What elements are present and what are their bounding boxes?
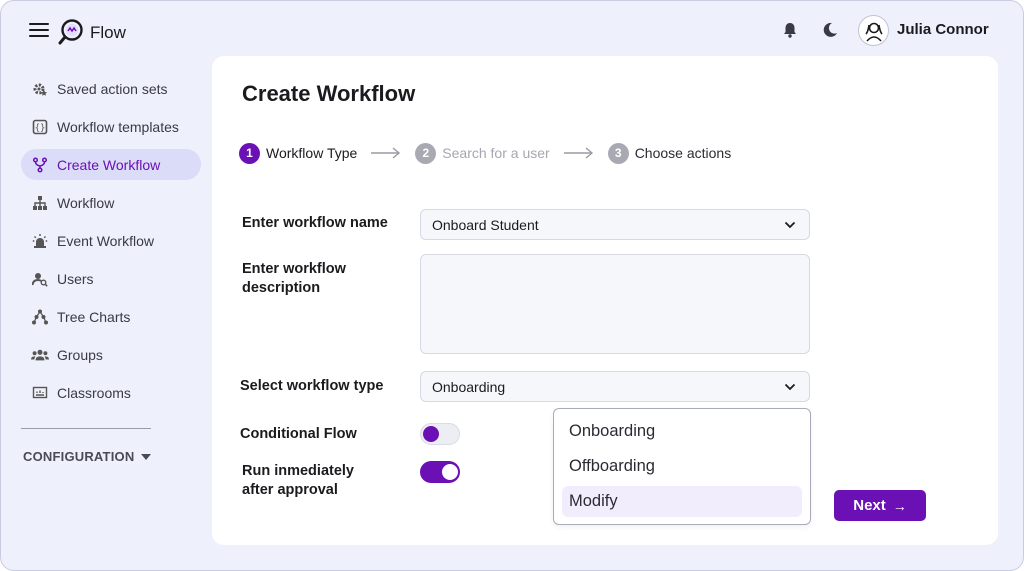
sidebar-item-label: Workflow templates [57,118,179,135]
sidebar-item-users[interactable]: Users [21,263,201,294]
classroom-icon [31,384,49,402]
workflow-type-dropdown: Onboarding Offboarding Modify [553,408,811,525]
run-label-line1: Run inmediately [242,463,354,479]
dropdown-option-onboarding[interactable]: Onboarding [562,416,802,447]
sidebar-item-label: Users [57,270,94,287]
workflow-description-label: Enter workflow description [242,260,346,298]
step-3-number: 3 [607,142,629,164]
top-bar: Flow Julia Connor [1,1,1023,61]
app-window: Flow Julia Connor Saved action sets {} W… [0,0,1024,571]
sidebar-item-groups[interactable]: Groups [21,339,201,370]
flow-logo-icon [58,19,83,45]
sidebar-item-label: Create Workflow [57,156,161,173]
workflow-type-value: Onboarding [432,378,506,395]
page-title: Create Workflow [242,81,416,106]
sidebar-item-tree-charts[interactable]: Tree Charts [21,301,201,332]
arrow-right-icon [371,147,401,159]
toggle-knob [442,464,458,480]
group-icon [31,346,49,364]
workflow-name-value: Onboard Student [432,216,539,233]
sidebar-item-label: Groups [57,346,103,363]
sidebar: Saved action sets {} Workflow templates … [21,73,201,464]
sidebar-item-event-workflow[interactable]: Event Workflow [21,225,201,256]
step-2-label: Search for a user [442,145,550,161]
chevron-down-icon [784,221,796,229]
arrow-right-icon [563,147,593,159]
hamburger-menu-icon[interactable] [29,23,49,39]
conditional-flow-toggle[interactable] [420,423,460,445]
step-2-number: 2 [415,142,437,164]
sidebar-item-label: Event Workflow [57,232,154,249]
hierarchy-icon [31,194,49,212]
bell-icon[interactable] [781,21,799,39]
branch-icon [31,156,49,174]
caret-down-icon [141,453,152,460]
step-1-number: 1 [239,142,260,164]
description-label-line2: description [242,280,321,296]
description-label-line1: Enter workflow [242,261,346,277]
run-immediately-label: Run inmediately after approval [242,462,354,500]
alarm-icon [31,232,49,250]
run-immediately-toggle[interactable] [420,461,460,483]
braces-icon: {} [31,118,49,136]
step-1-label: Workflow Type [266,145,358,161]
sidebar-item-label: Workflow [57,194,115,211]
tree-icon [31,308,49,326]
sidebar-item-label: Classrooms [57,384,131,401]
workflow-name-select[interactable]: Onboard Student [420,209,810,240]
configuration-label: CONFIGURATION [23,449,135,464]
app-title: Flow [90,23,126,42]
dropdown-option-offboarding[interactable]: Offboarding [562,451,802,482]
workflow-description-textarea[interactable] [420,254,810,354]
workflow-name-label: Enter workflow name [242,215,388,231]
step-3-label: Choose actions [634,145,732,161]
sidebar-item-workflow-templates[interactable]: {} Workflow templates [21,111,201,142]
next-button[interactable]: Next → [834,490,926,521]
workflow-type-select[interactable]: Onboarding [420,371,810,402]
main-card: Create Workflow 1 Workflow Type 2 Search… [212,56,998,545]
user-name: Julia Connor [897,21,989,38]
sidebar-item-saved-action-sets[interactable]: Saved action sets [21,73,201,104]
sidebar-item-create-workflow[interactable]: Create Workflow [21,149,201,180]
next-button-label: Next [853,497,886,514]
sidebar-item-workflow[interactable]: Workflow [21,187,201,218]
conditional-flow-label: Conditional Flow [240,426,357,442]
sidebar-item-label: Saved action sets [57,80,168,97]
chevron-down-icon [784,383,796,391]
dropdown-option-modify[interactable]: Modify [562,486,802,517]
user-search-icon [31,270,49,288]
configuration-section[interactable]: CONFIGURATION [23,449,201,464]
gear-star-icon [31,80,49,98]
workflow-type-label: Select workflow type [240,378,384,394]
stepper: 1 Workflow Type 2 Search for a user 3 Ch… [239,142,731,164]
toggle-knob [423,426,439,442]
sidebar-item-classrooms[interactable]: Classrooms [21,377,201,408]
avatar[interactable] [858,15,889,46]
user-avatar-icon [864,22,883,42]
svg-text:{}: {} [35,123,46,133]
sidebar-item-label: Tree Charts [57,308,131,325]
arrow-right-icon: → [892,497,907,514]
run-label-line2: after approval [242,482,338,498]
moon-icon[interactable] [821,21,839,39]
sidebar-divider [21,428,151,429]
